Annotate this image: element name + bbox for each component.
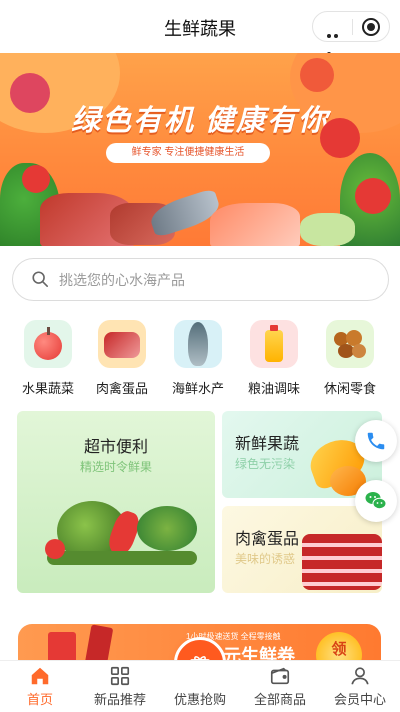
category-snacks[interactable]: 休闲零食 bbox=[314, 320, 386, 397]
tab-home[interactable]: 首页 bbox=[0, 665, 80, 708]
close-target-icon[interactable] bbox=[362, 18, 380, 36]
tomato-icon bbox=[320, 118, 360, 158]
card-subtitle: 精选时令鲜果 bbox=[79, 460, 152, 474]
tab-member-center[interactable]: 会员中心 bbox=[320, 665, 400, 708]
tomato-icon bbox=[45, 539, 65, 559]
top-bar: 生鲜蔬果 bbox=[0, 0, 400, 56]
category-label: 水果蔬菜 bbox=[21, 381, 74, 396]
snack-icon bbox=[326, 320, 374, 368]
banner-tagline: 鲜专家 专注便捷健康生活 bbox=[106, 143, 270, 163]
oil-bottle-icon bbox=[250, 320, 298, 368]
category-seafood[interactable]: 海鲜水产 bbox=[162, 320, 234, 397]
search-input[interactable] bbox=[59, 269, 359, 291]
apple-icon bbox=[300, 58, 334, 92]
mini-program-capsule bbox=[312, 11, 390, 56]
category-label: 肉禽蛋品 bbox=[95, 381, 148, 396]
tab-label: 优惠抢购 bbox=[173, 692, 226, 707]
bottom-tab-bar: 首页 新品推荐 优惠抢购 全部商品 会员中心 bbox=[0, 660, 400, 712]
user-icon bbox=[349, 665, 371, 687]
category-label: 海鲜水产 bbox=[171, 381, 224, 396]
cucumber-icon bbox=[300, 213, 355, 246]
more-icon[interactable] bbox=[327, 25, 347, 56]
meat-icon bbox=[98, 320, 146, 368]
card-subtitle: 美味的诱惑 bbox=[235, 552, 296, 566]
wallet-icon bbox=[269, 665, 291, 687]
category-label: 休闲零食 bbox=[323, 381, 376, 396]
card-fresh-fruit[interactable]: 新鲜果蔬 绿色无污染 bbox=[222, 411, 382, 498]
card-title: 超市便利 bbox=[83, 439, 148, 456]
phone-button[interactable] bbox=[355, 420, 397, 462]
tab-label: 首页 bbox=[26, 692, 53, 707]
capsule-divider bbox=[352, 19, 353, 35]
tab-all-products[interactable]: 全部商品 bbox=[240, 665, 320, 708]
tab-new-products[interactable]: 新品推荐 bbox=[80, 665, 160, 708]
wechat-button[interactable] bbox=[355, 480, 397, 522]
card-meat-eggs[interactable]: 肉禽蛋品 美味的诱惑 bbox=[222, 506, 382, 593]
phone-icon bbox=[367, 432, 385, 450]
category-meat-eggs[interactable]: 肉禽蛋品 bbox=[86, 320, 158, 397]
home-icon bbox=[29, 665, 51, 687]
wechat-icon bbox=[365, 492, 387, 510]
card-title: 新鲜果蔬 bbox=[235, 436, 300, 453]
search-bar[interactable] bbox=[12, 258, 389, 301]
tab-label: 新品推荐 bbox=[93, 692, 146, 707]
tab-deals[interactable]: 优惠抢购 bbox=[160, 665, 240, 708]
tab-spacer bbox=[189, 665, 211, 687]
card-supermarket[interactable]: 超市便利 精选时令鲜果 bbox=[17, 411, 215, 593]
salmon-icon bbox=[210, 203, 300, 246]
search-icon bbox=[32, 271, 49, 288]
vegetable-icon bbox=[137, 506, 197, 551]
fish-icon bbox=[174, 320, 222, 368]
card-title: 肉禽蛋品 bbox=[235, 531, 300, 548]
category-row: 水果蔬菜 肉禽蛋品 海鲜水产 粮油调味 休闲零食 bbox=[0, 320, 400, 400]
hero-banner[interactable]: 绿色有机 健康有你 鲜专家 专注便捷健康生活 bbox=[0, 53, 400, 246]
tab-label: 全部商品 bbox=[253, 692, 306, 707]
pork-belly-icon bbox=[302, 534, 382, 590]
category-grain-oil[interactable]: 粮油调味 bbox=[238, 320, 310, 397]
apple-icon bbox=[24, 320, 72, 368]
category-label: 粮油调味 bbox=[247, 381, 300, 396]
tomato-icon bbox=[355, 178, 391, 214]
tab-label: 会员中心 bbox=[333, 692, 386, 707]
tomato-icon bbox=[22, 165, 50, 193]
card-subtitle: 绿色无污染 bbox=[235, 457, 296, 471]
grid-icon bbox=[109, 665, 131, 687]
scallion-icon bbox=[47, 551, 197, 565]
category-fruit-veg[interactable]: 水果蔬菜 bbox=[12, 320, 84, 397]
